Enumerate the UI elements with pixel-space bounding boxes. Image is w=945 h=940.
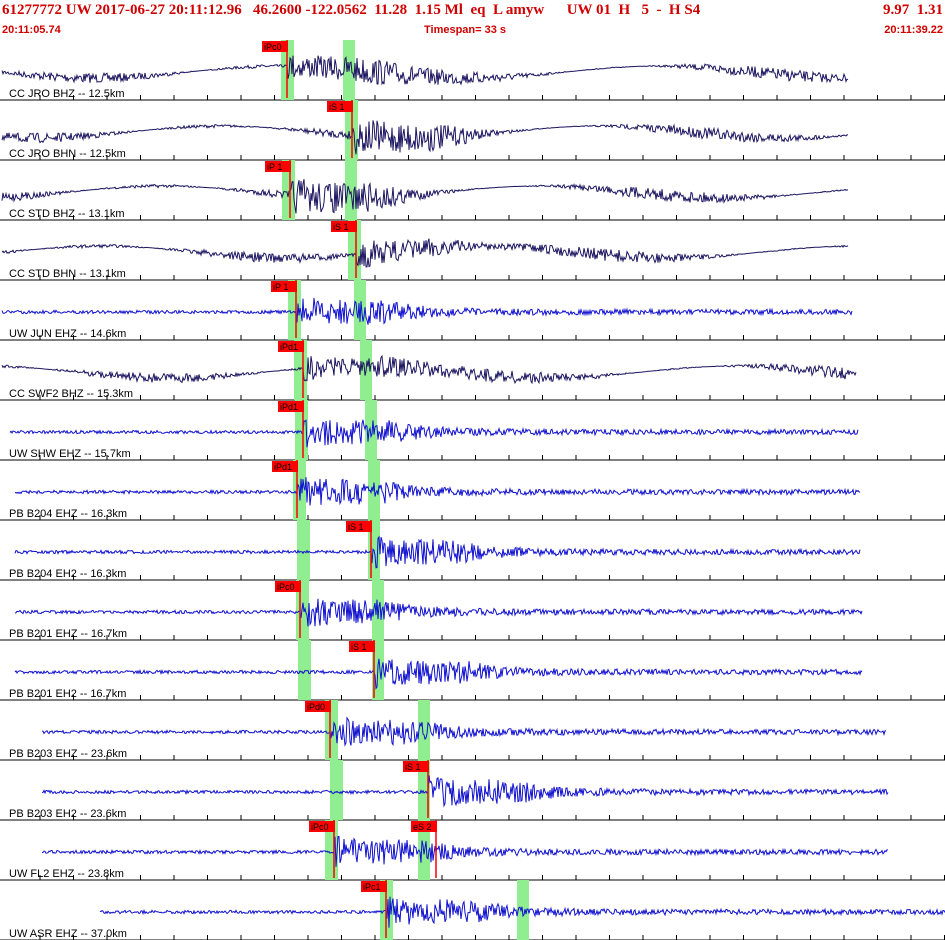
pick-tag-label: iPd1 (280, 342, 298, 352)
waveform-trace (1, 354, 857, 385)
waveform-trace (1, 297, 853, 325)
channel-row[interactable]: iPc0 CC JRO BHZ -- 12.5km (0, 40, 945, 101)
pick-tag-label: iP 1 (267, 162, 282, 172)
channel-label: PB B204 EH2 -- 16.3km (9, 568, 126, 580)
pick-tag-label: iP 1 (273, 282, 288, 292)
waveform-trace (1, 120, 849, 155)
pick-tag-label: iS 1 (348, 522, 364, 532)
channel-label: CC SWF2 BHZ -- 15.3km (9, 388, 133, 400)
pick-tag-label: iS 1 (405, 762, 421, 772)
p-window-band (298, 640, 311, 700)
channel-row[interactable]: iP 1 CC STD BHZ -- 13.1km (0, 160, 945, 221)
pick-tag-label: iPc0 (311, 822, 329, 832)
channel-label: CC STD BHN -- 13.1km (9, 268, 126, 280)
waveform-trace (1, 238, 849, 268)
channel-label: UW ASR EHZ -- 37.0km (9, 928, 127, 940)
pick-tag-label: eS 2 (413, 822, 432, 832)
waveform-trace (1, 179, 849, 214)
channel-label: PB B201 EHZ -- 16.7km (9, 628, 127, 640)
waveform-trace (9, 419, 859, 448)
seismogram-panel[interactable]: iPc0 CC JRO BHZ -- 12.5km iS 1 CC JRO BHN -… (0, 0, 945, 940)
pick-tag-label: iPc1 (363, 882, 381, 892)
channel-row[interactable]: iPd1 UW SHW EHZ -- 15.7km (0, 400, 945, 461)
pick-tag-label: iPc0 (264, 42, 282, 52)
channel-label: UW JUN EHZ -- 14.6km (9, 328, 126, 340)
channel-row[interactable]: iPd1 PB B204 EHZ -- 16.3km (0, 460, 945, 521)
channel-label: CC JRO BHN -- 12.5km (9, 148, 126, 160)
channel-label: CC STD BHZ -- 13.1km (9, 208, 125, 220)
pick-tag-label: iPd1 (280, 402, 298, 412)
pick-tag-label: iPd1 (274, 462, 292, 472)
waveform-trace (41, 775, 889, 808)
pick-tag-label: iS 1 (329, 102, 345, 112)
channel-row[interactable]: iS 1 PB B204 EH2 -- 16.3km (0, 520, 945, 581)
channel-row[interactable]: iP 1 UW JUN EHZ -- 14.6km (0, 280, 945, 341)
channel-label: PB B201 EH2 -- 16.7km (9, 688, 126, 700)
pick-tag-label: iPc0 (277, 582, 295, 592)
channel-row[interactable]: iPc1 UW ASR EHZ -- 37.0km (0, 880, 945, 940)
pick-tag-label: iPd0 (307, 702, 325, 712)
p-window-band (330, 760, 343, 820)
channel-row[interactable]: iPd0 PB B203 EHZ -- 23.6km (0, 700, 945, 761)
channel-row[interactable]: iPc0 eS 2 UW FL2 EHZ -- 23.8km (0, 820, 945, 881)
waveform-trace (14, 658, 863, 690)
channel-row[interactable]: iS 1 CC STD BHN -- 13.1km (0, 220, 945, 281)
waveform-trace (42, 716, 887, 747)
channel-row[interactable]: iPd1 CC SWF2 BHZ -- 15.3km (0, 340, 945, 401)
pick-tag-label: iS 1 (351, 642, 367, 652)
channel-label: UW FL2 EHZ -- 23.8km (9, 868, 124, 880)
waveform-trace (41, 836, 888, 867)
waveform-trace (14, 598, 863, 627)
p-window-band (297, 520, 310, 580)
channel-label: CC JRO BHZ -- 12.5km (9, 88, 125, 100)
channel-label: PB B204 EHZ -- 16.3km (9, 508, 127, 520)
pick-tag-label: iS 1 (333, 222, 349, 232)
channel-row[interactable]: iS 1 PB B203 EH2 -- 23.6km (0, 760, 945, 821)
channel-row[interactable]: iS 1 PB B201 EH2 -- 16.7km (0, 640, 945, 701)
waveform-trace (14, 535, 861, 569)
channel-row[interactable]: iS 1 CC JRO BHN -- 12.5km (0, 100, 945, 161)
channel-row[interactable]: iPc0 PB B201 EHZ -- 16.7km (0, 580, 945, 641)
s-window-band (418, 700, 430, 760)
channel-label: PB B203 EH2 -- 23.6km (9, 808, 126, 820)
waveform-trace (1, 55, 849, 86)
channel-label: UW SHW EHZ -- 15.7km (9, 448, 131, 460)
channel-label: PB B203 EHZ -- 23.6km (9, 748, 127, 760)
waveform-trace (14, 477, 861, 506)
